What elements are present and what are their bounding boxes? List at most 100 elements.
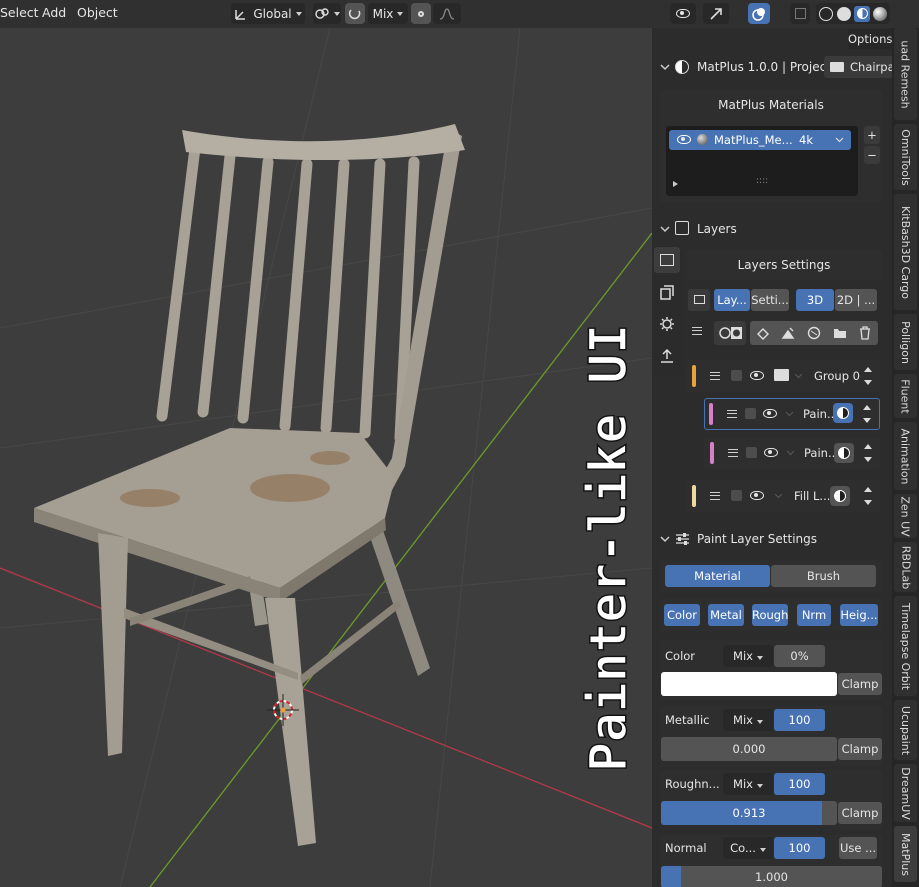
shading-modes[interactable] bbox=[816, 3, 890, 24]
metallic-value-slider[interactable]: 0.000 bbox=[661, 737, 837, 761]
mode-2d-button[interactable]: 2D | ... bbox=[835, 289, 877, 311]
chevron-down-icon[interactable] bbox=[785, 410, 794, 418]
menu-select[interactable]: Select bbox=[0, 0, 39, 28]
snap-mode-dropdown[interactable]: Mix bbox=[368, 3, 408, 24]
layers-panel-tab[interactable] bbox=[654, 247, 680, 273]
trash-icon[interactable] bbox=[852, 321, 878, 345]
metallic-blend-dropdown[interactable]: Mix bbox=[723, 709, 773, 731]
wireframe-shading-icon[interactable] bbox=[819, 6, 833, 21]
layer-row-group[interactable]: Group 0 bbox=[686, 360, 880, 392]
roughness-opacity-field[interactable]: 100 bbox=[774, 773, 825, 795]
layer-select-checkbox[interactable] bbox=[745, 408, 756, 419]
tab-quad-remesh[interactable]: uad Remesh bbox=[894, 28, 917, 120]
rendered-shading-icon[interactable] bbox=[873, 6, 887, 21]
export-panel-tab[interactable] bbox=[654, 343, 680, 369]
layer-material-ball-icon[interactable] bbox=[833, 403, 853, 423]
solid-shading-icon[interactable] bbox=[837, 6, 851, 21]
eye-icon[interactable] bbox=[750, 491, 764, 500]
eye-icon[interactable] bbox=[763, 409, 777, 418]
drag-handle-icon[interactable] bbox=[727, 410, 737, 418]
drag-handle-icon[interactable] bbox=[710, 372, 720, 380]
layer-select-checkbox[interactable] bbox=[731, 370, 742, 381]
tab-dreamuv[interactable]: DreamUV bbox=[894, 764, 917, 822]
matplus-header[interactable]: MatPlus 1.0.0 | Project: Chairpaint bbox=[660, 56, 894, 78]
tab-timelapse-orbit[interactable]: Timelapse Orbit bbox=[894, 596, 917, 696]
reorder-arrows-icon[interactable] bbox=[864, 442, 872, 464]
tab-zen-uv[interactable]: Zen UV bbox=[894, 494, 917, 538]
tab-settings[interactable]: Setti... bbox=[751, 289, 789, 311]
chair-model[interactable] bbox=[34, 124, 465, 846]
menu-object[interactable]: Object bbox=[77, 0, 118, 28]
pivot-dropdown[interactable] bbox=[313, 3, 341, 24]
layer-select-checkbox[interactable] bbox=[731, 490, 742, 501]
material-list[interactable]: MatPlus_Me... 4k :::: bbox=[666, 126, 858, 196]
tab-kitbash3d-cargo[interactable]: KitBash3D Cargo bbox=[894, 194, 917, 310]
use-button[interactable]: Use ... bbox=[839, 837, 877, 859]
folder-icon[interactable] bbox=[827, 321, 853, 345]
normal-strength-slider[interactable]: 1.000 bbox=[661, 866, 882, 887]
layer-select-checkbox[interactable] bbox=[746, 447, 757, 458]
metallic-opacity-field[interactable]: 100 bbox=[774, 709, 825, 731]
expand-arrow-icon[interactable] bbox=[672, 180, 680, 188]
chevron-down-icon[interactable] bbox=[794, 372, 803, 380]
chevron-down-icon[interactable] bbox=[774, 492, 783, 500]
layer-row-fill[interactable]: Fill L... bbox=[686, 480, 880, 512]
clamp-button[interactable]: Clamp bbox=[838, 738, 882, 760]
snap-toggle[interactable] bbox=[345, 3, 365, 24]
material-layer-icon[interactable] bbox=[801, 321, 827, 345]
tab-material[interactable]: Material bbox=[665, 565, 770, 587]
color-swatch[interactable] bbox=[661, 672, 837, 696]
material-shading-icon[interactable] bbox=[854, 5, 870, 22]
paint-bucket-icon[interactable] bbox=[750, 321, 776, 345]
overlays-toggle[interactable] bbox=[748, 3, 770, 24]
channel-normal-button[interactable]: Nrm bbox=[797, 604, 831, 626]
clamp-button[interactable]: Clamp bbox=[838, 802, 882, 824]
normal-opacity-field[interactable]: 100 bbox=[774, 837, 825, 859]
tab-omnitools[interactable]: OmniTools bbox=[894, 124, 917, 190]
transform-orientation-dropdown[interactable]: Global bbox=[231, 3, 305, 24]
layer-material-ball-icon[interactable] bbox=[834, 443, 854, 463]
layer-row-paint[interactable]: Pain... bbox=[704, 437, 880, 469]
channel-height-button[interactable]: Heig... bbox=[840, 604, 878, 626]
roughness-value-slider[interactable]: 0.913 bbox=[661, 801, 837, 825]
bake-panel-tab[interactable] bbox=[654, 279, 680, 305]
normal-blend-dropdown[interactable]: Co... bbox=[723, 837, 773, 859]
gizmo-toggle[interactable] bbox=[703, 3, 729, 24]
visibility-dropdown[interactable] bbox=[670, 3, 696, 24]
list-resize-grip[interactable]: :::: bbox=[756, 176, 768, 186]
tab-rbdlab[interactable]: RBDLab bbox=[894, 542, 917, 592]
paint-layer-settings-header[interactable]: Paint Layer Settings bbox=[660, 528, 882, 550]
add-material-button[interactable]: + bbox=[864, 126, 880, 144]
reorder-arrows-icon[interactable] bbox=[864, 485, 872, 507]
xray-toggle[interactable] bbox=[790, 3, 810, 24]
color-blend-dropdown[interactable]: Mix bbox=[723, 645, 773, 667]
tab-polligon[interactable]: Polligon bbox=[894, 314, 917, 370]
layer-mask-button[interactable] bbox=[714, 321, 746, 345]
eye-icon[interactable] bbox=[750, 371, 764, 380]
drag-handle-icon[interactable] bbox=[710, 492, 720, 500]
layer-row-paint-active[interactable]: Pain... bbox=[704, 398, 880, 430]
reorder-arrows-icon[interactable] bbox=[863, 403, 871, 425]
chevron-down-icon[interactable] bbox=[786, 449, 795, 457]
settings-panel-tab[interactable] bbox=[654, 311, 680, 337]
remove-material-button[interactable]: − bbox=[864, 146, 880, 164]
project-selector[interactable]: Chairpaint bbox=[824, 56, 894, 78]
tab-brush[interactable]: Brush bbox=[771, 565, 876, 587]
layers-view-button[interactable] bbox=[688, 289, 710, 311]
tab-fluent[interactable]: Fluent bbox=[894, 374, 917, 418]
channel-rough-button[interactable]: Rough bbox=[752, 604, 788, 626]
fill-layer-icon[interactable] bbox=[776, 321, 802, 345]
eye-icon[interactable] bbox=[677, 135, 691, 144]
clamp-button[interactable]: Clamp bbox=[838, 673, 882, 695]
3d-viewport[interactable]: Painter-like UI bbox=[0, 28, 652, 887]
color-opacity-field[interactable]: 0% bbox=[774, 645, 825, 667]
layer-material-ball-icon[interactable] bbox=[830, 486, 850, 506]
mode-3d-button[interactable]: 3D bbox=[796, 289, 834, 311]
menu-icon[interactable] bbox=[692, 327, 702, 335]
chevron-down-icon[interactable] bbox=[835, 136, 844, 144]
tab-matplus[interactable]: MatPlus bbox=[894, 826, 917, 882]
layers-header[interactable]: Layers bbox=[660, 218, 882, 240]
channel-metal-button[interactable]: Metal bbox=[708, 604, 744, 626]
proportional-edit-toggle[interactable] bbox=[411, 3, 431, 24]
reorder-arrows-icon[interactable] bbox=[864, 365, 872, 387]
